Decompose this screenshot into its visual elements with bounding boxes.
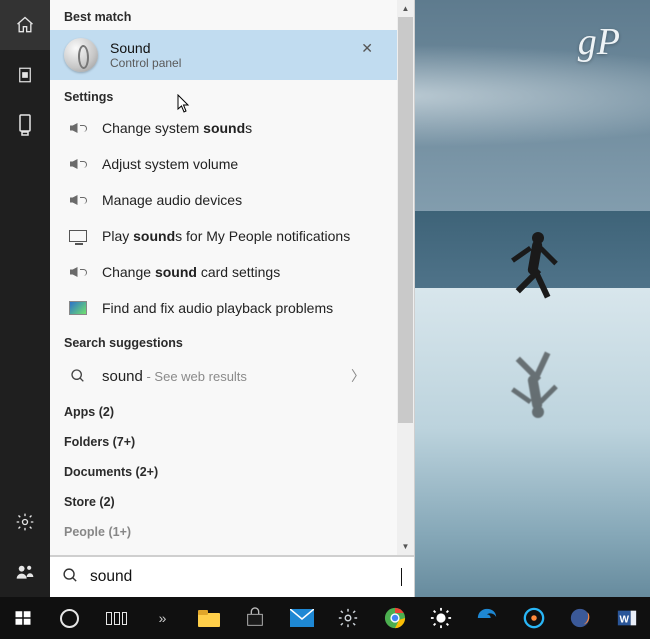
category-store[interactable]: Store (2) (50, 486, 397, 516)
svg-text:W: W (619, 615, 629, 626)
scrollbar-thumb[interactable] (398, 17, 413, 423)
header-best-match: Best match (50, 0, 397, 30)
taskbar-overflow[interactable]: » (139, 597, 185, 639)
cortana-icon (60, 609, 79, 628)
search-results: Best match Sound Control panel ✕ Setting… (50, 0, 414, 555)
search-icon (68, 366, 88, 386)
close-icon[interactable]: ✕ (361, 40, 373, 57)
sun-icon (430, 607, 452, 629)
gear-icon (15, 512, 35, 532)
taskbar-app-explorer[interactable] (186, 597, 232, 639)
search-input[interactable] (90, 568, 392, 586)
word-icon: W (616, 607, 638, 629)
best-match-subtitle: Control panel (110, 56, 181, 70)
people-icon (15, 562, 35, 582)
store-icon (244, 607, 266, 629)
edge-icon (476, 607, 498, 629)
taskbar-app-word[interactable]: W (603, 597, 649, 639)
file-explorer-icon (197, 608, 221, 628)
header-suggestions: Search suggestions (50, 326, 397, 356)
settings-result[interactable]: Find and fix audio playback problems (50, 290, 397, 326)
search-panel: Best match Sound Control panel ✕ Setting… (50, 0, 415, 597)
speaker-icon (68, 154, 88, 174)
taskbar-app-firefox[interactable] (557, 597, 603, 639)
settings-result[interactable]: Change system sounds (50, 110, 397, 146)
rail-home[interactable] (0, 0, 50, 50)
best-match-title: Sound (110, 40, 181, 56)
watermark-logo: gP (578, 20, 620, 64)
results-scrollbar[interactable]: ▲ ▼ (397, 0, 414, 555)
search-box[interactable] (50, 555, 414, 597)
category-folders[interactable]: Folders (7+) (50, 426, 397, 456)
taskbar-app-chrome[interactable] (371, 597, 417, 639)
best-match-result[interactable]: Sound Control panel ✕ (50, 30, 397, 80)
troubleshoot-icon (68, 298, 88, 318)
scroll-down-icon[interactable]: ▼ (397, 538, 414, 555)
windows-icon (14, 609, 32, 627)
start-button[interactable] (0, 597, 46, 639)
search-icon (62, 567, 80, 587)
firefox-icon (569, 607, 591, 629)
rail-recent[interactable] (0, 50, 50, 100)
taskview-button[interactable] (93, 597, 139, 639)
runner-silhouette (510, 230, 570, 320)
taskbar-app-groove[interactable] (511, 597, 557, 639)
speaker-icon (68, 262, 88, 282)
cortana-button[interactable] (46, 597, 92, 639)
chrome-icon (384, 607, 406, 629)
settings-result[interactable]: Play sounds for My People notifications (50, 218, 397, 254)
text-caret (401, 568, 402, 586)
taskview-icon (106, 612, 127, 625)
settings-result[interactable]: Change sound card settings (50, 254, 397, 290)
category-people[interactable]: People (1+) (50, 516, 397, 546)
rail-this-pc[interactable] (0, 100, 50, 150)
computer-icon (17, 114, 33, 136)
speaker-icon (68, 190, 88, 210)
taskbar-app-weather[interactable] (418, 597, 464, 639)
taskbar-app-mail[interactable] (279, 597, 325, 639)
taskbar-app-store[interactable] (232, 597, 278, 639)
taskbar-app-edge[interactable] (464, 597, 510, 639)
category-apps[interactable]: Apps (2) (50, 396, 397, 426)
gear-icon (337, 607, 359, 629)
mail-icon (290, 609, 314, 627)
start-menu-rail (0, 0, 50, 597)
scroll-up-icon[interactable]: ▲ (397, 0, 414, 17)
settings-result[interactable]: Adjust system volume (50, 146, 397, 182)
speaker-icon (68, 118, 88, 138)
taskbar-app-settings[interactable] (325, 597, 371, 639)
chevron-right-icon: 〉 (351, 366, 365, 386)
music-icon (523, 607, 545, 629)
home-icon (15, 15, 35, 35)
rail-settings[interactable] (0, 497, 50, 547)
web-suggestion[interactable]: sound - See web results 〉 (50, 356, 397, 396)
taskbar: » W (0, 597, 650, 639)
monitor-icon (68, 226, 88, 246)
rail-feedback[interactable] (0, 547, 50, 597)
document-icon (16, 66, 34, 84)
speaker-icon (64, 38, 98, 72)
category-documents[interactable]: Documents (2+) (50, 456, 397, 486)
header-settings: Settings (50, 80, 397, 110)
settings-result[interactable]: Manage audio devices (50, 182, 397, 218)
